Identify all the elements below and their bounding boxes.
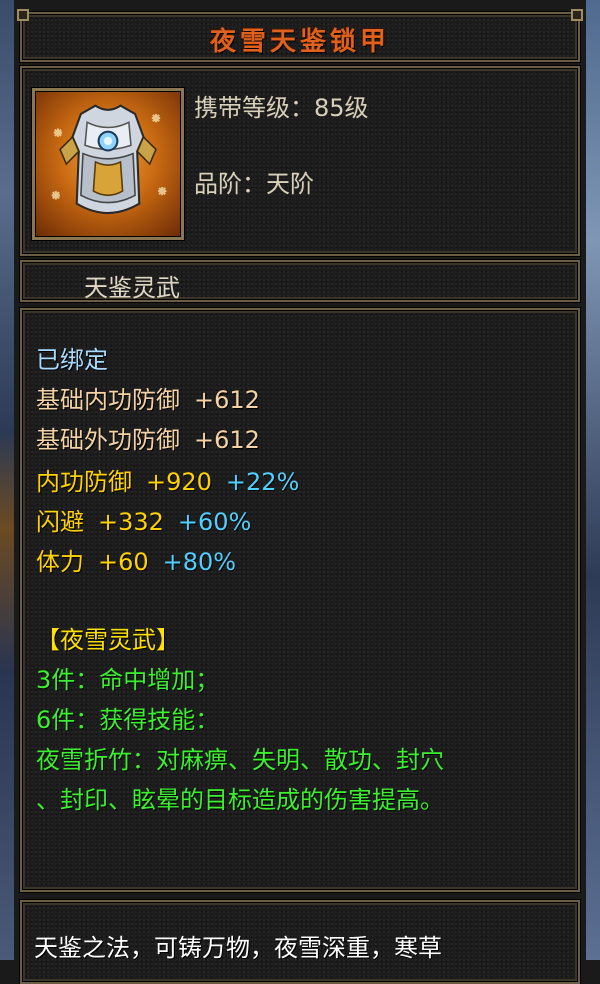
- stat-value: +612: [194, 426, 260, 454]
- item-series-bar: 天鉴灵武: [20, 260, 580, 302]
- stat-percent: +60%: [177, 508, 252, 536]
- stat-value: +332: [98, 508, 164, 536]
- item-grade: 品阶：天阶: [194, 170, 314, 198]
- item-info-panel: 携带等级：85级 品阶：天阶: [20, 66, 580, 256]
- stat-label: 体力: [36, 548, 84, 576]
- set-skill-line: 夜雪折竹：对麻痹、失明、散功、封穴: [36, 746, 444, 774]
- stat-percent: +80%: [162, 548, 237, 576]
- item-series: 天鉴灵武: [84, 274, 180, 302]
- item-stats-panel: 已绑定 基础内功防御 +612 基础外功防御 +612 内功防御 +920 +22% 闪…: [20, 308, 580, 892]
- stat-label: 内功防御: [36, 468, 132, 496]
- bound-status: 已绑定: [36, 346, 108, 374]
- stat-value: +612: [194, 386, 260, 414]
- stat-percent: +22%: [225, 468, 300, 496]
- background-right-edge: [586, 0, 600, 960]
- set-skill-line: 、封印、眩晕的目标造成的伤害提高。: [36, 786, 444, 814]
- armor-chestplate-icon: [32, 88, 184, 240]
- item-description: 天鉴之法，可铸万物，夜雪深重，寒草: [34, 934, 442, 962]
- set-bonus-3: 3件：命中增加；: [36, 666, 220, 694]
- frame-corner: [571, 9, 583, 21]
- carry-level: 携带等级：85级: [194, 94, 369, 122]
- set-bonus-6: 6件：获得技能：: [36, 706, 220, 734]
- stat-value: +920: [146, 468, 212, 496]
- stat-line: 基础内功防御 +612: [36, 380, 260, 415]
- background-left-edge: [0, 0, 14, 960]
- stat-line: 闪避 +332 +60%: [36, 502, 251, 537]
- stat-label: 基础内功防御: [36, 386, 180, 414]
- item-name: 夜雪天鉴锁甲: [209, 27, 390, 57]
- stat-line: 基础外功防御 +612: [36, 420, 260, 455]
- stat-label: 基础外功防御: [36, 426, 180, 454]
- set-name: 【夜雪灵武】: [36, 626, 180, 654]
- stat-value: +60: [98, 548, 149, 576]
- frame-corner: [17, 9, 29, 21]
- stat-label: 闪避: [36, 508, 84, 536]
- stat-line: 体力 +60 +80%: [36, 542, 236, 577]
- stat-line: 内功防御 +920 +22%: [36, 462, 299, 497]
- item-description-panel: 天鉴之法，可铸万物，夜雪深重，寒草: [20, 900, 580, 984]
- tooltip-title-bar: 夜雪天鉴锁甲: [17, 9, 583, 62]
